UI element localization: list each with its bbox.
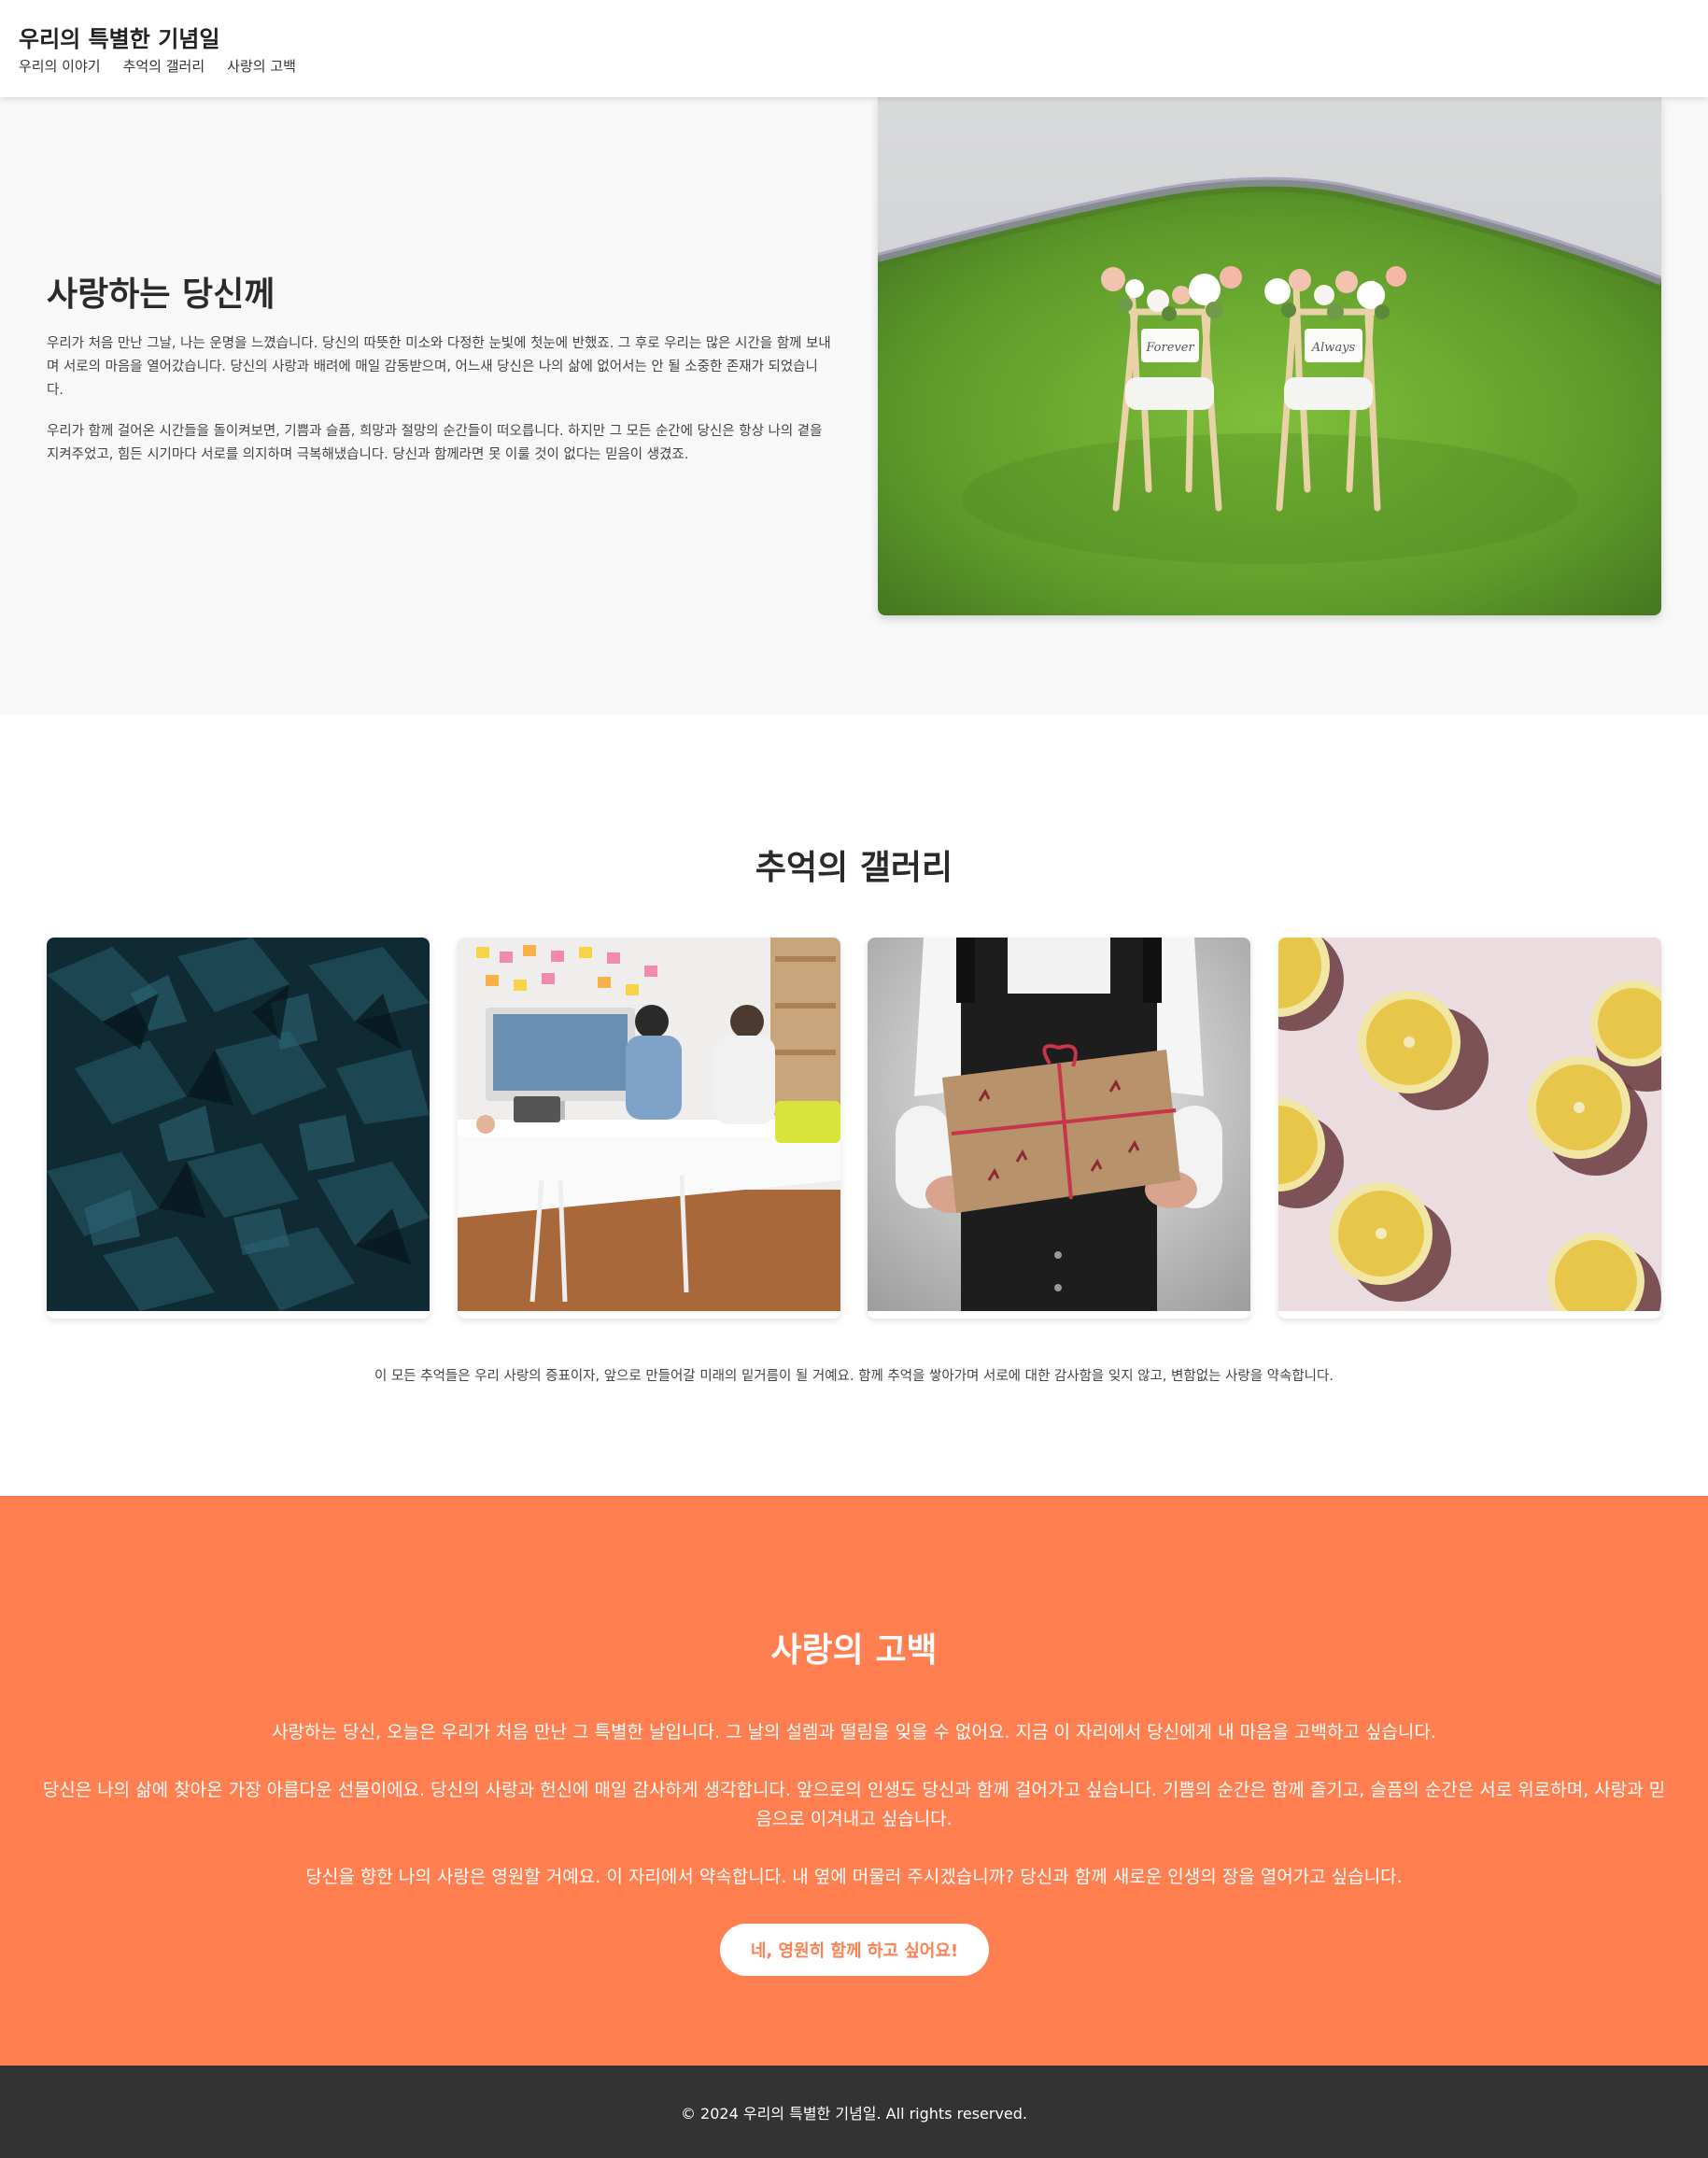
- confession-title: 사랑의 고백: [770, 1631, 938, 1670]
- confession-paragraph: 당신을 향한 나의 사랑은 영원할 거예요. 이 자리에서 약속합니다. 내 옆…: [305, 1867, 1403, 1887]
- story-title: 사랑하는 당신께: [47, 275, 275, 314]
- nav-link-gallery[interactable]: 추억의 갤러리: [123, 56, 205, 76]
- svg-text:Always: Always: [1311, 341, 1356, 355]
- site-footer: © 2024 우리의 특별한 기념일. All rights reserved.: [0, 2066, 1708, 2158]
- nav-link-confession[interactable]: 사랑의 고백: [227, 56, 296, 76]
- confession-paragraph: 당신은 나의 삶에 찾아온 가장 아름다운 선물이에요. 당신의 사랑과 헌신에…: [42, 1780, 1666, 1829]
- site-title[interactable]: 우리의 특별한 기념일: [19, 21, 219, 53]
- gallery-caption: 이 모든 추억들은 우리 사랑의 증표이자, 앞으로 만들어갈 미래의 밑거름이…: [374, 1369, 1334, 1384]
- nav-link-our-story[interactable]: 우리의 이야기: [19, 56, 101, 76]
- crumpled-paper-photo: [47, 938, 430, 1311]
- copyright-text: © 2024 우리의 특별한 기념일. All rights reserved.: [680, 2105, 1028, 2123]
- gallery-card[interactable]: [47, 938, 430, 1319]
- svg-text:Forever: Forever: [1145, 341, 1194, 355]
- office-team-photo: [458, 938, 840, 1311]
- accept-proposal-button[interactable]: 네, 영원히 함께 하고 싶어요!: [720, 1924, 989, 1976]
- story-paragraph: 우리가 함께 걸어온 시간들을 돌이켜보면, 기쁨과 슬픔, 희망과 절망의 순…: [47, 424, 823, 462]
- gallery-card[interactable]: [458, 938, 840, 1319]
- confession-paragraph: 사랑하는 당신, 오늘은 우리가 처음 만난 그 특별한 날입니다. 그 날의 …: [272, 1722, 1436, 1742]
- main-nav: 우리의 이야기 추억의 갤러리 사랑의 고백: [19, 56, 296, 76]
- confession-section: 사랑의 고백 사랑하는 당신, 오늘은 우리가 처음 만난 그 특별한 날입니다…: [0, 1496, 1708, 2066]
- site-header: 우리의 특별한 기념일 우리의 이야기 추억의 갤러리 사랑의 고백: [0, 0, 1708, 97]
- gallery-title: 추억의 갤러리: [755, 849, 953, 887]
- gallery-card[interactable]: [1278, 938, 1661, 1319]
- gallery-card[interactable]: [868, 938, 1250, 1319]
- story-paragraph: 우리가 처음 만난 그날, 나는 운명을 느꼈습니다. 당신의 따뜻한 미소와 …: [47, 336, 831, 398]
- gift-box-photo: [868, 938, 1250, 1311]
- wedding-chairs-photo: Forever Always: [878, 97, 1661, 615]
- lemon-slices-photo: [1278, 938, 1661, 1319]
- story-section: 사랑하는 당신께 우리가 처음 만난 그날, 나는 운명을 느꼈습니다. 당신의…: [0, 97, 1708, 715]
